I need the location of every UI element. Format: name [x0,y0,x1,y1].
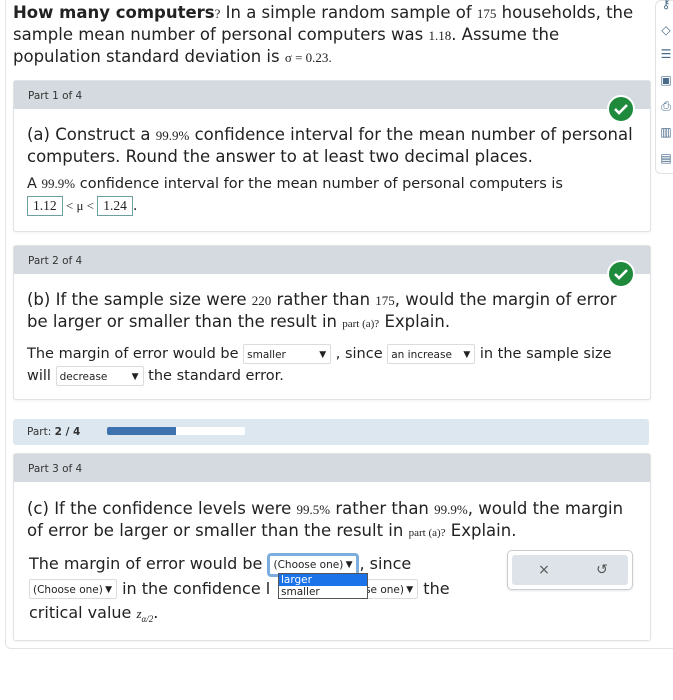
lower-bound-input[interactable]: 1.12 [27,196,63,216]
document-icon[interactable]: ▤ [659,151,673,165]
margin-error-select[interactable]: smaller ▼ [243,344,332,364]
tools-sidebar: ⚷ ◇ ☰ ▣ ⎙ ▥ ▤ [655,0,673,174]
part-progress: Part: 2 / 4 [13,419,649,445]
presentation-icon[interactable]: ▣ [659,73,673,87]
sigma-value: σ = 0.23 [284,50,329,65]
part-2-card: Part 2 of 4 (b) If the sample size were … [13,245,651,400]
tag-icon[interactable]: ◇ [659,23,673,37]
correct-check-icon [607,95,635,123]
part-2-question: (b) If the sample size were 220 rather t… [27,290,617,331]
dropdown-arrow-icon: ▼ [105,585,112,595]
part-1-question: (a) Construct a 99.9% confidence interva… [27,125,633,166]
part-3-question: (c) If the confidence levels were 99.5% … [27,499,624,540]
problem-title: How many computers [13,3,215,22]
dropdown-options-list: larger smaller [278,573,368,599]
progress-value: 2 / 4 [54,426,81,438]
part-2-answer: The margin of error would be smaller ▼ , … [14,343,650,387]
chart-icon[interactable]: ▥ [659,125,673,139]
key-icon[interactable]: ⚷ [659,0,673,11]
print-icon[interactable]: ⎙ [659,99,673,113]
progress-bar-fill [107,427,176,435]
upper-bound-input[interactable]: 1.24 [97,196,133,216]
problem-statement: How many computers? In a simple random s… [13,3,634,66]
dropdown-arrow-icon: ▼ [319,350,327,360]
dropdown-option-larger[interactable]: larger [279,574,367,586]
dropdown-option-smaller[interactable]: smaller [279,586,367,598]
standard-error-select[interactable]: decrease ▼ [55,366,144,386]
undo-button[interactable]: ↺ [590,560,614,580]
dropdown-arrow-icon: ▼ [131,372,139,382]
part-2-header: Part 2 of 4 [14,246,650,274]
dropdown-arrow-icon: ▼ [345,559,353,570]
sample-size-change-select[interactable]: an increase ▼ [387,344,476,364]
correct-check-icon [607,260,635,288]
confidence-level-change-select[interactable]: (Choose one) ▼ [29,579,117,599]
answer-actions: × ↺ [507,550,633,590]
part-1-card: Part 1 of 4 (a) Construct a 99.9% confid… [13,80,651,232]
part-3-header: Part 3 of 4 [14,454,650,482]
clear-button[interactable]: × [532,560,556,580]
text-search-icon[interactable]: ☰ [659,47,673,61]
part-1-answer: A 99.9% confidence interval for the mean… [27,176,563,216]
part-3-card: Part 3 of 4 (c) If the confidence levels… [13,453,651,641]
progress-bar [107,427,245,435]
dropdown-arrow-icon: ▼ [406,585,414,595]
part-3-answer: The margin of error would be (Choose one… [29,552,450,624]
part-1-header: Part 1 of 4 [14,81,650,109]
dropdown-arrow-icon: ▼ [463,350,471,360]
